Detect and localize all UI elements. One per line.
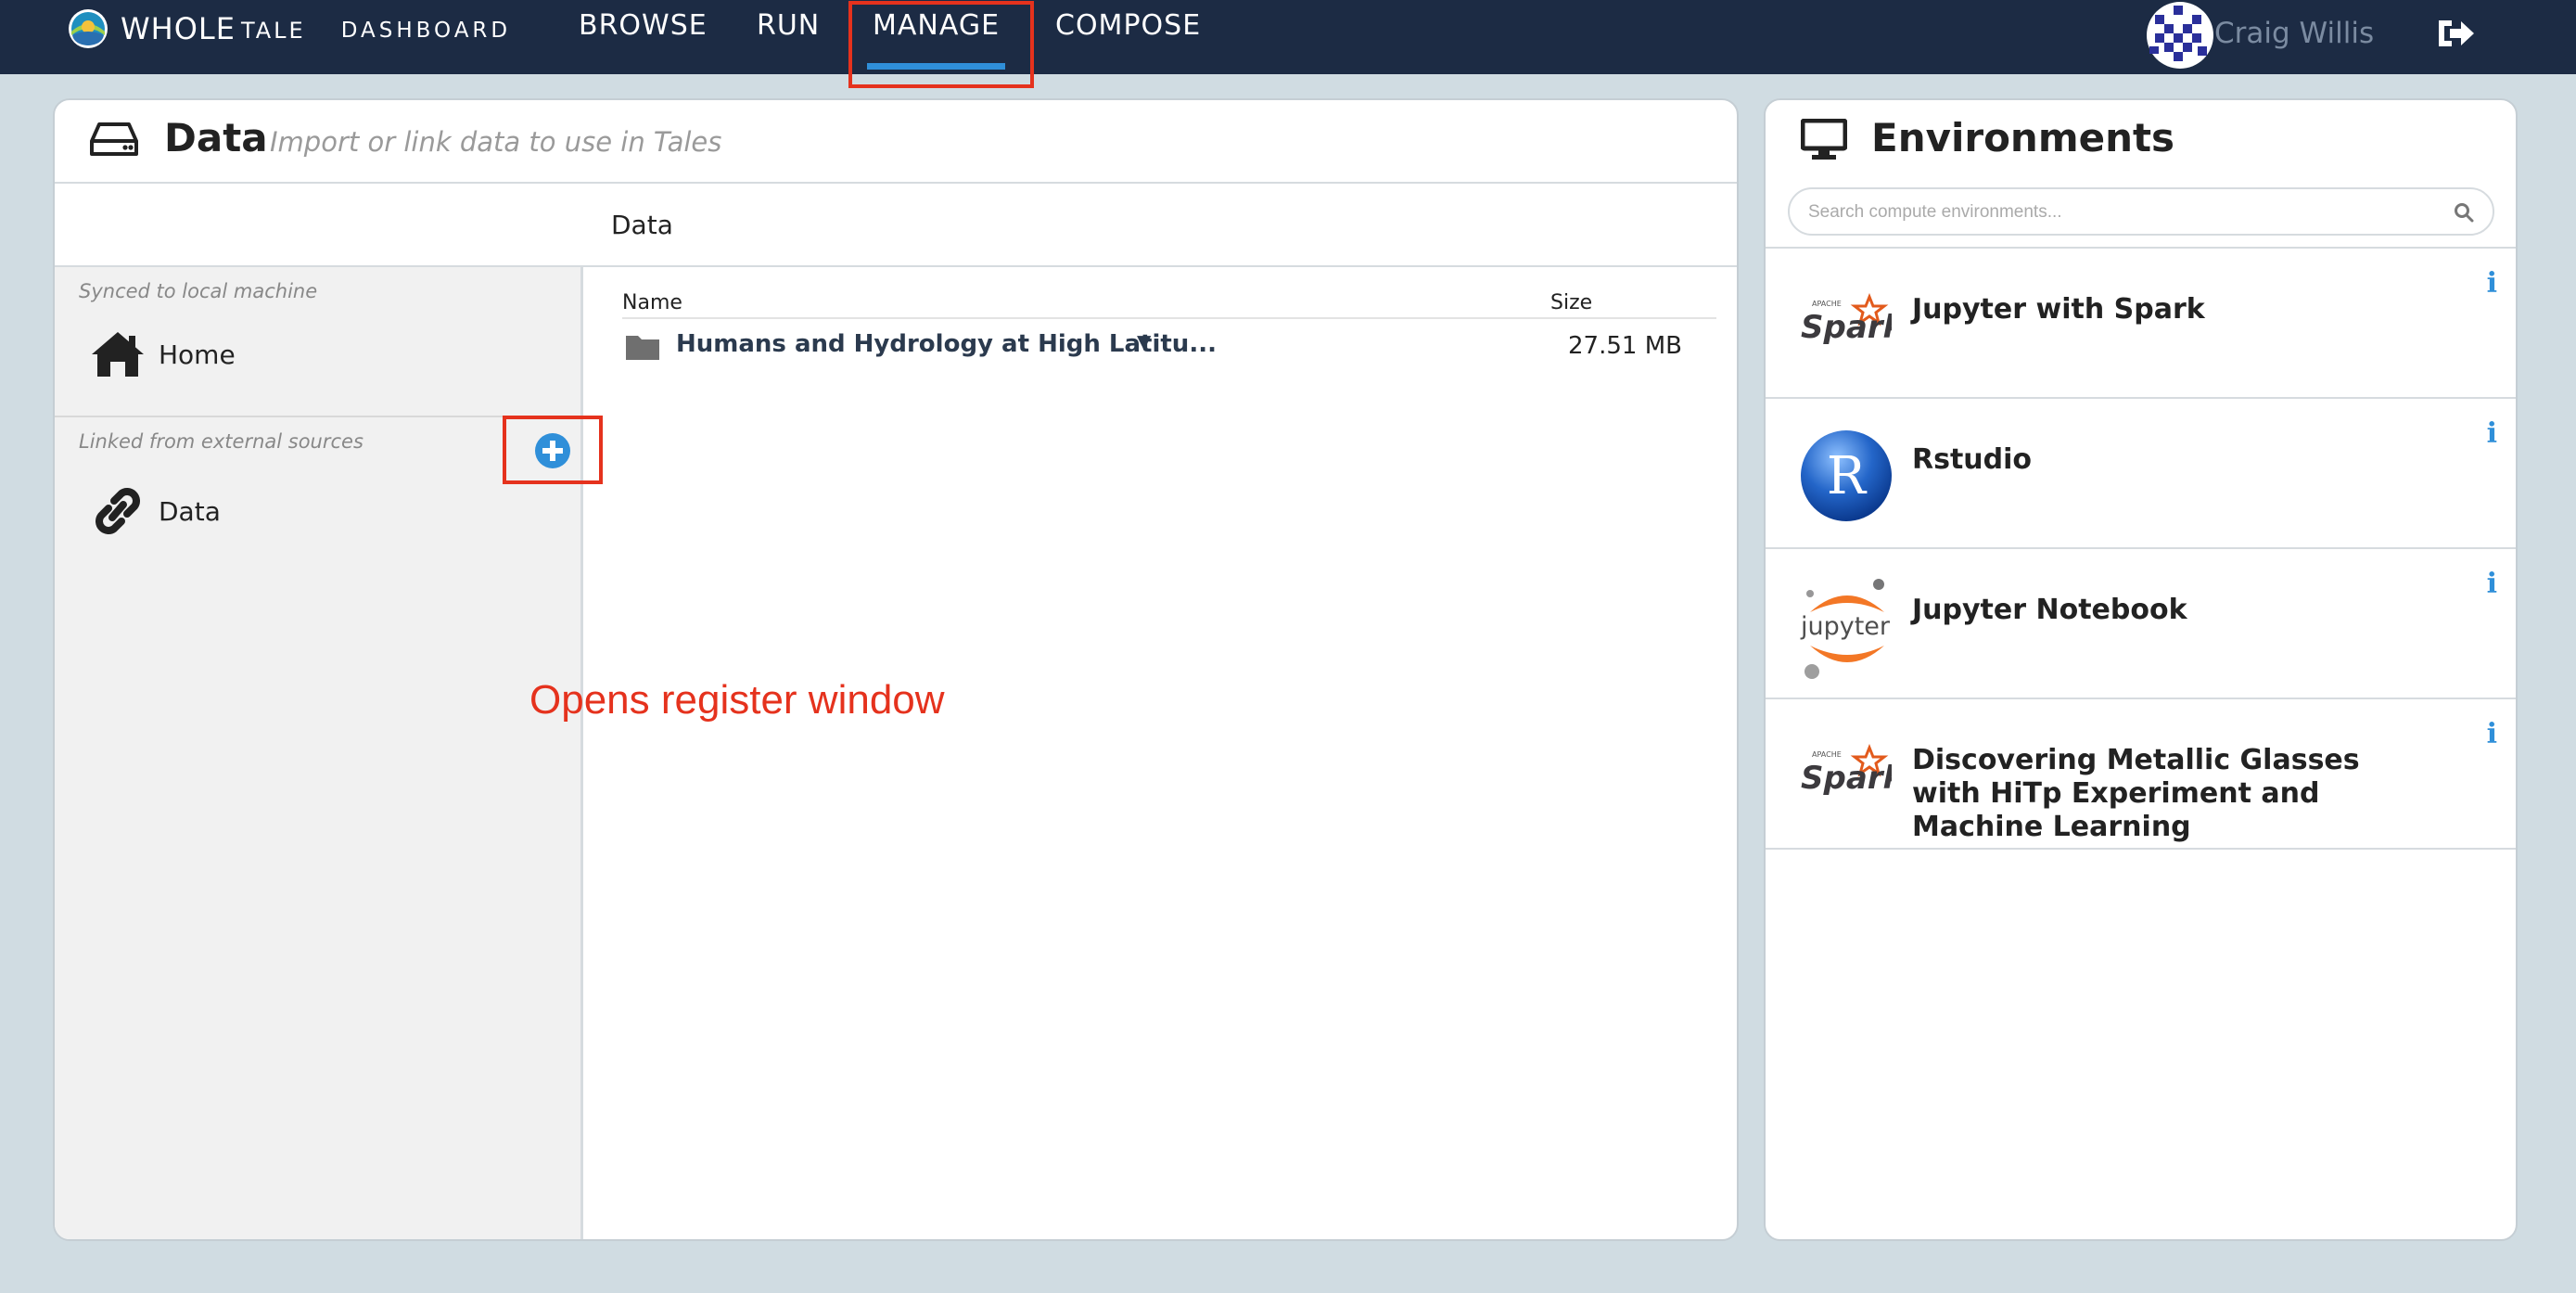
file-row[interactable]: Humans and Hydrology at High Latitu... ▼… (622, 319, 1716, 371)
synced-section-label: Synced to local machine (79, 280, 318, 302)
environment-name: Jupyter Notebook (1912, 594, 2187, 626)
info-icon[interactable]: i (2487, 568, 2497, 600)
svg-text:jupyter: jupyter (1800, 612, 1891, 641)
search-icon[interactable] (2454, 202, 2474, 223)
environment-name: Discovering Metallic Glasses with HiTp E… (1912, 744, 2360, 843)
environment-name: Rstudio (1912, 443, 2033, 476)
nav-run[interactable]: RUN (757, 9, 820, 42)
sidebar-item-home-label: Home (159, 339, 236, 370)
environment-name: Jupyter with Spark (1912, 293, 2205, 326)
spark-logo-icon: APACHE Spark (1801, 293, 1892, 346)
sidebar-divider (55, 416, 580, 417)
environments-title: Environments (1871, 115, 2175, 160)
environment-item[interactable]: APACHE Spark Discovering Metallic Glasse… (1766, 699, 2516, 850)
manage-highlight-box (848, 1, 1034, 88)
svg-text:APACHE: APACHE (1812, 750, 1842, 759)
column-header-name[interactable]: Name (622, 291, 682, 314)
link-icon (96, 488, 140, 534)
add-button-highlight-box (503, 416, 603, 484)
column-header-size[interactable]: Size (1550, 291, 1592, 314)
brand[interactable]: WHOLE TALE DASHBOARD (67, 6, 511, 52)
spark-logo-icon: APACHE Spark (1801, 744, 1892, 797)
data-panel: Data Import or link data to use in Tales… (53, 98, 1739, 1241)
nav-compose[interactable]: COMPOSE (1055, 9, 1201, 42)
monitor-icon (1801, 119, 1847, 160)
logout-icon[interactable] (2435, 15, 2478, 52)
svg-text:R: R (1827, 446, 1868, 506)
info-icon[interactable]: i (2487, 417, 2497, 450)
jupyter-logo-icon: jupyter (1800, 579, 1891, 679)
svg-text:Spark: Spark (1801, 309, 1892, 346)
file-size: 27.51 MB (1568, 332, 1682, 360)
environment-item[interactable]: APACHE Spark Jupyter with Spark i (1766, 249, 2516, 399)
r-logo-icon: R (1801, 430, 1892, 521)
folder-icon (626, 336, 659, 360)
sidebar-item-data-label: Data (159, 495, 221, 527)
file-list: Name Size Humans and Hydrology at High L… (622, 282, 1716, 371)
sidebar-item-home[interactable]: Home (90, 330, 236, 378)
environment-search (1788, 187, 2494, 236)
info-icon[interactable]: i (2487, 718, 2497, 750)
data-panel-header: Data Import or link data to use in Tales (55, 100, 1737, 184)
file-name[interactable]: Humans and Hydrology at High Latitu... (676, 330, 1217, 358)
user-avatar[interactable] (2146, 0, 2214, 70)
environment-item[interactable]: jupyter Jupyter Notebook i (1766, 549, 2516, 699)
sidebar-item-data[interactable]: Data (90, 484, 221, 538)
home-icon (92, 332, 144, 377)
wholetale-logo-icon (69, 9, 108, 48)
data-sidebar: Synced to local machine Home Linked from… (55, 267, 945, 1239)
nav-browse[interactable]: BROWSE (579, 9, 708, 42)
environments-header: Environments (1766, 100, 2516, 184)
top-navbar: WHOLE TALE DASHBOARD BROWSE RUN MANAGE C… (0, 0, 2576, 74)
environment-search-input[interactable] (1808, 197, 2439, 228)
svg-text:Spark: Spark (1801, 760, 1892, 797)
svg-text:APACHE: APACHE (1812, 300, 1842, 308)
environment-list: APACHE Spark Jupyter with Spark i R (1766, 247, 2516, 850)
hard-drive-icon (90, 122, 138, 156)
brand-whole: WHOLE (121, 11, 236, 46)
brand-tale: TALE (240, 18, 306, 44)
data-breadcrumb: Data (55, 184, 1737, 267)
data-panel-subtitle: Import or link data to use in Tales (270, 126, 722, 158)
data-panel-title: Data (164, 115, 268, 160)
chevron-down-icon[interactable]: ▼ (1137, 330, 1151, 352)
annotation-text: Opens register window (529, 677, 945, 723)
user-name[interactable]: Craig Willis (2214, 17, 2374, 50)
environments-panel: Environments APACHE Spark Jupyter with S… (1764, 98, 2518, 1241)
info-icon[interactable]: i (2487, 267, 2497, 300)
file-list-header: Name Size (622, 282, 1716, 319)
brand-dashboard: DASHBOARD (340, 19, 512, 43)
environment-item[interactable]: R Rstudio i (1766, 399, 2516, 549)
linked-section-label: Linked from external sources (79, 430, 363, 453)
breadcrumb-data[interactable]: Data (611, 210, 673, 240)
